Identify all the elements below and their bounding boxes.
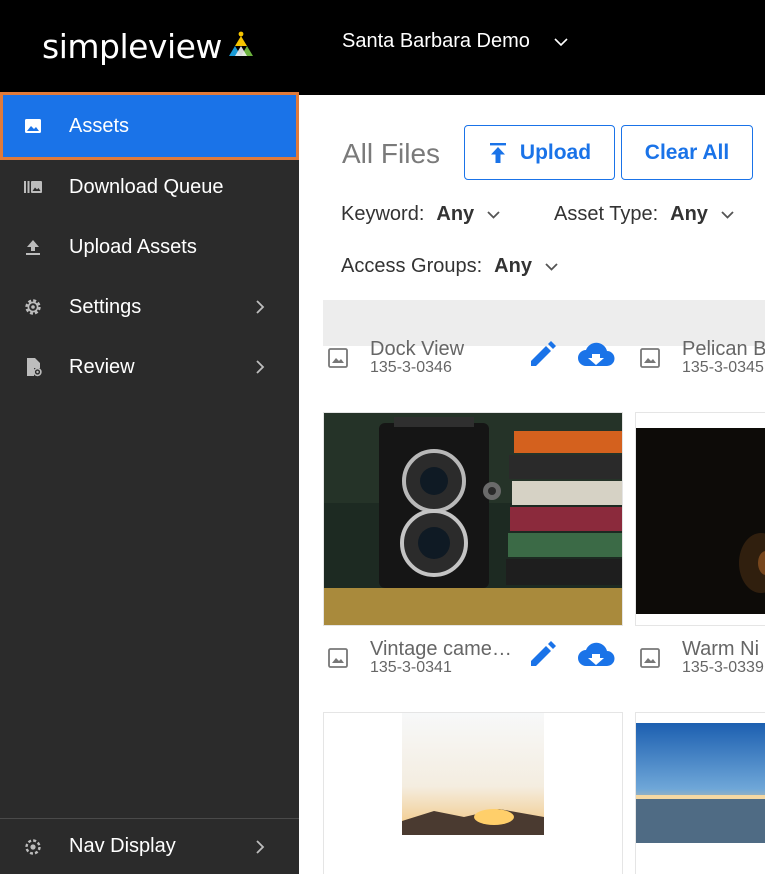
chevron-right-icon xyxy=(256,300,265,314)
sidebar-item-label: Download Queue xyxy=(69,175,224,198)
asset-id: 135-3-0346 xyxy=(370,359,452,376)
cloud-download-icon[interactable] xyxy=(577,340,615,372)
clear-all-button[interactable]: Clear All xyxy=(621,125,753,180)
asset-title: Dock View xyxy=(370,338,465,360)
edit-pencil-icon[interactable] xyxy=(527,640,557,670)
upload-button-label: Upload xyxy=(519,140,592,164)
filter-value: Any xyxy=(670,203,708,225)
filter-value: Any xyxy=(436,203,475,225)
main-content: All Files Upload Clear All Keyword: Any … xyxy=(299,95,765,874)
image-icon xyxy=(640,348,660,368)
sidebar-item-download-queue[interactable]: Download Queue xyxy=(0,157,299,217)
org-name: Santa Barbara Demo xyxy=(342,30,530,52)
gear-icon xyxy=(25,299,41,315)
asset-card-meta[interactable]: Vintage came… 135-3-0341 xyxy=(324,638,634,688)
sidebar: Assets Download Queue Upload Assets Sett… xyxy=(0,92,299,874)
upload-icon xyxy=(26,240,40,255)
file-review-icon xyxy=(27,358,42,377)
ocean-sunset-photo xyxy=(636,713,765,874)
asset-id: 135-3-0345 xyxy=(682,359,764,376)
asset-thumbnail-warm-night[interactable] xyxy=(635,412,765,626)
asset-title: Pelican B xyxy=(682,338,765,360)
sidebar-item-label: Assets xyxy=(69,114,130,137)
asset-thumbnail-ocean-sunset[interactable] xyxy=(635,712,765,874)
logo-text: simpleview xyxy=(42,26,222,66)
asset-card-meta[interactable]: Warm Ni 135-3-0339 xyxy=(636,638,765,688)
keyword-filter[interactable]: Keyword: Any xyxy=(341,203,501,226)
logo-mark-icon xyxy=(228,31,253,56)
warm-night-photo xyxy=(636,413,765,625)
upload-icon xyxy=(489,142,506,163)
image-icon xyxy=(328,348,348,368)
org-switcher[interactable]: Santa Barbara Demo xyxy=(342,30,570,53)
sidebar-item-label: Nav Display xyxy=(69,835,176,857)
sidebar-item-nav-display[interactable]: Nav Display xyxy=(0,818,299,874)
filter-label: Keyword: xyxy=(341,203,425,225)
chevron-down-icon xyxy=(545,263,558,271)
gear-icon xyxy=(25,838,41,855)
filter-value: Any xyxy=(494,255,532,277)
asset-thumbnail-sunset[interactable] xyxy=(323,712,623,874)
chevron-right-icon xyxy=(256,839,265,854)
asset-id: 135-3-0341 xyxy=(370,659,452,676)
image-icon xyxy=(328,648,348,668)
clear-all-button-label: Clear All xyxy=(644,140,730,164)
sidebar-item-label: Settings xyxy=(69,295,142,318)
asset-thumbnail-vintage-camera[interactable] xyxy=(323,412,623,626)
asset-title: Warm Ni xyxy=(682,638,760,660)
image-icon xyxy=(640,648,660,668)
asset-type-filter[interactable]: Asset Type: Any xyxy=(554,203,735,226)
sidebar-item-label: Upload Assets xyxy=(69,235,197,258)
access-groups-filter[interactable]: Access Groups: Any xyxy=(341,255,559,278)
asset-card-meta[interactable]: Dock View 135-3-0346 xyxy=(324,338,634,388)
chevron-down-icon xyxy=(487,211,500,219)
image-icon xyxy=(25,119,41,133)
filter-label: Asset Type: xyxy=(554,203,659,225)
chevron-down-icon xyxy=(554,37,568,46)
chevron-down-icon xyxy=(721,211,734,219)
sidebar-item-settings[interactable]: Settings xyxy=(0,277,299,337)
chevron-right-icon xyxy=(256,360,265,374)
filter-label: Access Groups: xyxy=(341,255,483,277)
sidebar-item-label: Review xyxy=(69,355,135,378)
edit-pencil-icon[interactable] xyxy=(527,340,557,370)
top-bar: simpleview Santa Barbara Demo xyxy=(0,0,765,95)
sunset-photo xyxy=(324,713,622,874)
page-title: All Files xyxy=(342,138,441,169)
sidebar-item-review[interactable]: Review xyxy=(0,337,299,397)
sidebar-item-upload-assets[interactable]: Upload Assets xyxy=(0,217,299,277)
asset-title: Vintage came… xyxy=(370,638,512,660)
asset-card-meta[interactable]: Pelican B 135-3-0345 xyxy=(636,338,765,388)
queue-icon xyxy=(24,181,42,193)
upload-button[interactable]: Upload xyxy=(464,125,615,180)
simpleview-logo[interactable]: simpleview xyxy=(42,24,257,68)
cloud-download-icon[interactable] xyxy=(577,640,615,672)
vintage-camera-photo xyxy=(324,413,622,625)
asset-id: 135-3-0339 xyxy=(682,659,764,676)
sidebar-item-assets[interactable]: Assets xyxy=(0,92,299,160)
